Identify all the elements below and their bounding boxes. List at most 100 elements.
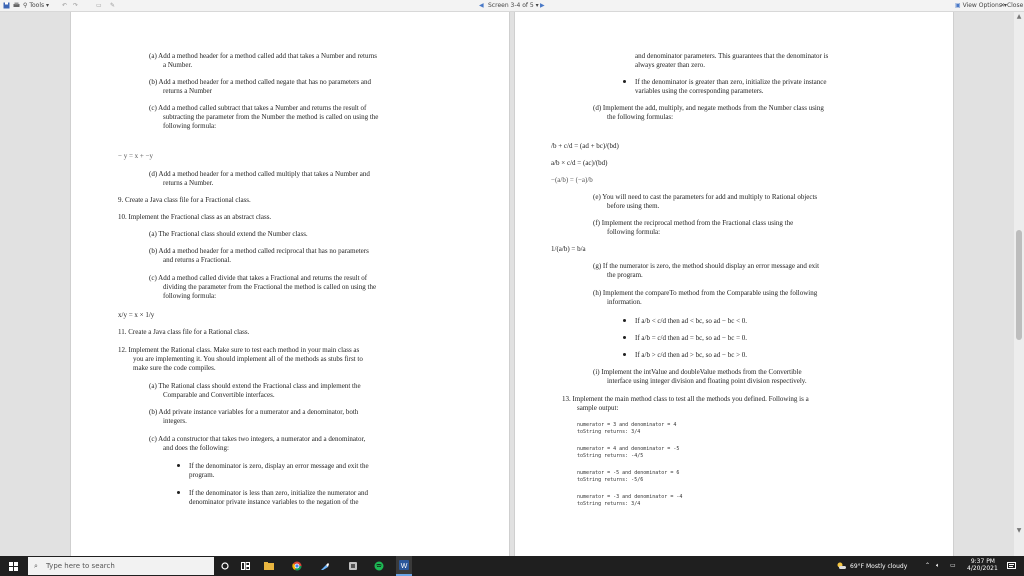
file-explorer-icon[interactable] bbox=[262, 556, 276, 576]
document-text-line: a Number. bbox=[163, 61, 193, 69]
document-text-line: sample output: bbox=[577, 404, 619, 412]
document-text-line: information. bbox=[607, 298, 642, 306]
close-icon: ✕ bbox=[1000, 2, 1006, 9]
clock-time: 9:37 PM bbox=[970, 558, 995, 565]
document-text-line: (b) Add a method header for a method cal… bbox=[149, 247, 369, 255]
document-text-line: (e) You will need to cast the parameters… bbox=[593, 193, 818, 201]
next-screen-icon[interactable]: ▶ bbox=[540, 2, 545, 10]
document-text-line: (d) Implement the add, multiply, and neg… bbox=[593, 104, 824, 112]
vertical-scrollbar[interactable]: ▲ ▼ bbox=[1014, 12, 1024, 556]
document-text-line: before using them. bbox=[607, 202, 660, 210]
document-text-line: (b) Add a method header for a method cal… bbox=[149, 78, 371, 86]
document-text-line: and does the following: bbox=[163, 444, 229, 452]
screen-label: Screen 3-4 of 5 bbox=[488, 2, 534, 9]
spotify-icon[interactable] bbox=[372, 556, 386, 576]
close-label: Close bbox=[1006, 2, 1024, 9]
document-viewer[interactable]: (a) Add a method header for a method cal… bbox=[0, 12, 1024, 556]
document-text-line: subtracting the parameter from the Numbe… bbox=[163, 113, 379, 121]
document-text-line: 1/(a/b) = b/a bbox=[551, 245, 586, 253]
code-output-line: toString returns: -4/5 bbox=[577, 453, 644, 459]
pen-app-icon[interactable] bbox=[318, 556, 332, 576]
search-icon: ⌕ bbox=[34, 562, 38, 570]
bullet-icon bbox=[177, 464, 180, 467]
document-text-line: 13. Implement the main method class to t… bbox=[562, 395, 809, 403]
document-text-line: If a/b < c/d then ad < bc, so ad − bc < … bbox=[635, 317, 748, 325]
annotate-icon[interactable]: ✎ bbox=[110, 2, 115, 10]
cortana-icon[interactable] bbox=[218, 556, 232, 576]
document-text-line: following formula: bbox=[607, 228, 661, 236]
document-text-line: (b) Add private instance variables for a… bbox=[149, 408, 359, 416]
view-options-label: View Options bbox=[962, 2, 1002, 9]
undo-icon[interactable]: ↶ bbox=[62, 2, 67, 10]
clock[interactable]: 9:37 PM 4/20/2021 bbox=[967, 558, 998, 572]
document-text-line: 10. Implement the Fractional class as an… bbox=[118, 213, 272, 221]
bullet-icon bbox=[177, 491, 180, 494]
redo-icon[interactable]: ↷ bbox=[73, 2, 78, 10]
search-placeholder: Type here to search bbox=[46, 562, 115, 570]
notifications-icon[interactable] bbox=[1004, 556, 1018, 576]
svg-text:W: W bbox=[401, 563, 408, 570]
document-text-line: program. bbox=[189, 471, 215, 479]
bullet-icon bbox=[623, 353, 626, 356]
document-text-line: −(a/b) = (−a)/b bbox=[551, 176, 593, 184]
chevron-down-icon: ▾ bbox=[535, 2, 539, 9]
chevron-down-icon: ▾ bbox=[46, 2, 50, 9]
taskbar: ⌕ Type here to search W 69°F Mostly clou… bbox=[0, 556, 1024, 576]
scrollbar-thumb[interactable] bbox=[1016, 230, 1022, 340]
document-text-line: a/b × c/d = (ac)/(bd) bbox=[551, 159, 608, 167]
document-text-line: 12. Implement the Rational class. Make s… bbox=[118, 346, 360, 354]
close-button[interactable]: ✕ Close bbox=[1000, 2, 1023, 10]
document-text-line: the program. bbox=[607, 271, 643, 279]
scroll-down-icon[interactable]: ▼ bbox=[1015, 527, 1023, 535]
document-text-line: make sure the code compiles. bbox=[133, 364, 216, 372]
pin-icon: ⚲ bbox=[23, 2, 28, 9]
app-icon[interactable] bbox=[346, 556, 360, 576]
bullet-icon bbox=[623, 80, 626, 83]
document-text-line: − y = x + −y bbox=[118, 152, 154, 160]
tools-label: Tools bbox=[29, 2, 45, 9]
network-icon[interactable]: ▭ bbox=[950, 562, 956, 569]
show-hidden-icons-icon[interactable]: ⌃ bbox=[925, 562, 930, 569]
tools-menu[interactable]: ⚲ Tools ▾ bbox=[23, 2, 49, 10]
task-view-icon[interactable] bbox=[238, 556, 252, 576]
bullet-icon bbox=[623, 336, 626, 339]
document-text-line: integers. bbox=[163, 417, 187, 425]
previous-screen-icon[interactable]: ◀ bbox=[479, 2, 484, 10]
page-icon[interactable]: ▭ bbox=[96, 2, 102, 10]
code-output-line: toString returns: 3/4 bbox=[577, 501, 641, 507]
document-text-line: dividing the parameter from the Fraction… bbox=[163, 283, 377, 291]
save-icon[interactable] bbox=[3, 2, 10, 10]
document-text-line: (a) The Rational class should extend the… bbox=[149, 382, 361, 390]
screen-selector[interactable]: Screen 3-4 of 5 ▾ bbox=[488, 2, 539, 10]
viewer-toolbar: ⚲ Tools ▾ ↶ ↷ ▭ ✎ ◀ Screen 3-4 of 5 ▾ ▶ … bbox=[0, 0, 1024, 12]
document-text-line: If a/b = c/d then ad = bc, so ad − bc = … bbox=[635, 334, 748, 342]
document-text-line: x/y = x × 1/y bbox=[118, 311, 155, 319]
code-output-line: numerator = -3 and denominator = -4 bbox=[577, 494, 683, 500]
document-text-line: If the denominator is less than zero, in… bbox=[189, 489, 369, 497]
document-text-line: (c) Add a method called divide that take… bbox=[149, 274, 368, 282]
code-output-line: numerator = -5 and denominator = 6 bbox=[577, 470, 680, 476]
clock-date: 4/20/2021 bbox=[967, 565, 998, 572]
document-text-line: variables using the corresponding parame… bbox=[635, 87, 764, 95]
document-text-line: (i) Implement the intValue and doubleVal… bbox=[593, 368, 802, 376]
document-text-line: If a/b > c/d then ad > bc, so ad − bc > … bbox=[635, 351, 748, 359]
document-page-right: and denominator parameters. This guarant… bbox=[514, 12, 954, 556]
weather-text[interactable]: 69°F Mostly cloudy bbox=[850, 563, 907, 570]
document-text-line: denominator private instance variables t… bbox=[189, 498, 359, 506]
view-icon: ▣ bbox=[955, 2, 961, 9]
document-text-line: (c) Add a method called subtract that ta… bbox=[149, 104, 367, 112]
taskbar-search-box[interactable]: ⌕ Type here to search bbox=[28, 557, 214, 575]
document-text-line: always greater than zero. bbox=[635, 61, 705, 69]
scroll-up-icon[interactable]: ▲ bbox=[1015, 13, 1023, 21]
code-output-line: toString returns: -5/6 bbox=[577, 477, 644, 483]
bullet-icon bbox=[623, 319, 626, 322]
chrome-icon[interactable] bbox=[290, 556, 304, 576]
document-text-line: Comparable and Convertible interfaces. bbox=[163, 391, 275, 399]
start-button[interactable] bbox=[0, 556, 26, 576]
weather-icon[interactable] bbox=[834, 556, 848, 576]
volume-icon[interactable]: 🔈︎ bbox=[936, 562, 940, 570]
word-icon[interactable]: W bbox=[396, 556, 412, 576]
document-text-line: If the denominator is zero, display an e… bbox=[189, 462, 369, 470]
document-text-line: and returns a Fractional. bbox=[163, 256, 232, 264]
print-icon[interactable] bbox=[13, 2, 20, 10]
